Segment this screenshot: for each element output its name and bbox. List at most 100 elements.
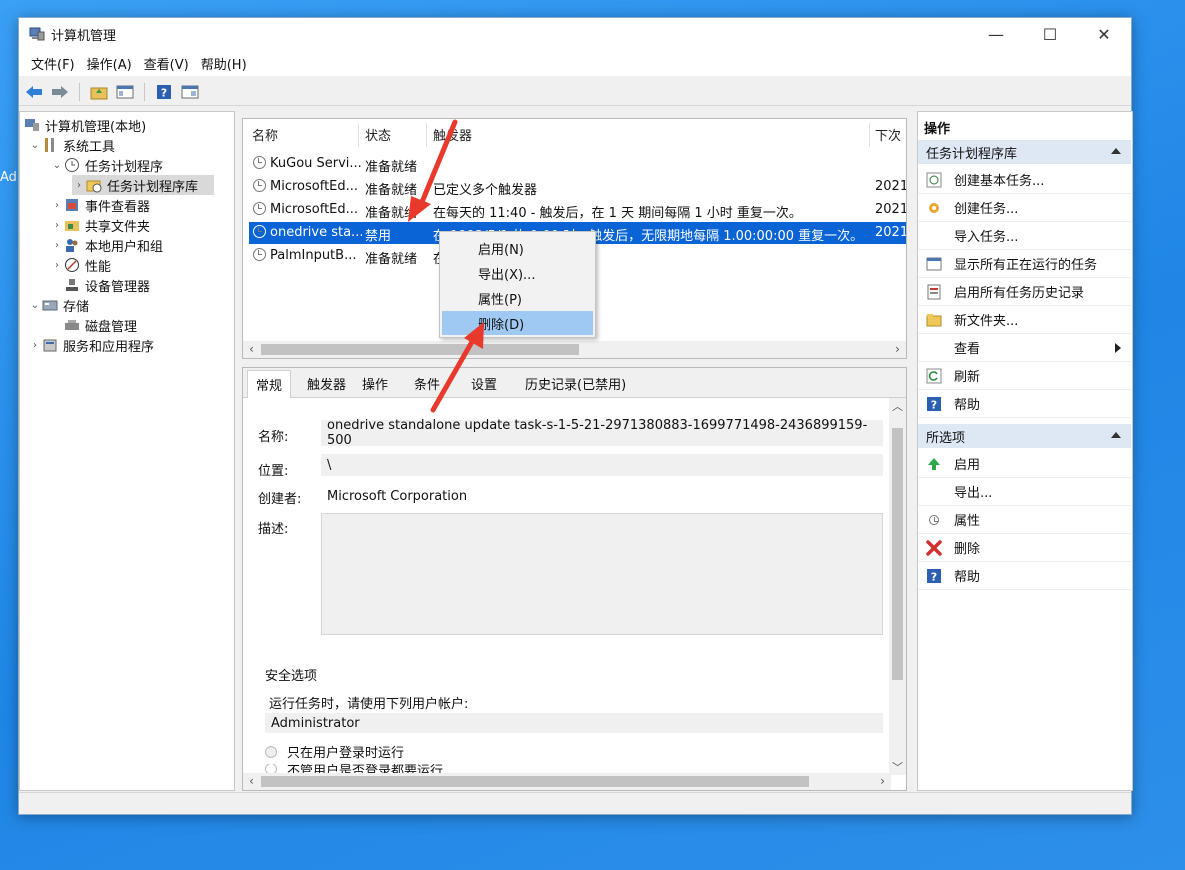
table-row[interactable]: MicrosoftEd... 准备就绪 在每天的 11:40 - 触发后，在 1… — [249, 199, 906, 221]
description-field[interactable] — [321, 513, 883, 635]
scroll-left-icon[interactable]: ‹ — [243, 341, 260, 358]
column-header-status[interactable]: 状态 — [365, 125, 391, 144]
scroll-up-icon[interactable]: ︿ — [889, 398, 906, 414]
performance-icon — [64, 257, 80, 273]
chevron-down-icon[interactable]: ⌄ — [28, 300, 42, 311]
scroll-left-icon[interactable]: ‹ — [243, 773, 260, 790]
tree-item-task-scheduler[interactable]: ⌄ 任务计划程序 — [50, 155, 163, 175]
context-export[interactable]: 导出(X)... — [442, 261, 593, 285]
minimize-button[interactable]: — — [969, 18, 1023, 50]
chevron-right-icon[interactable]: › — [50, 200, 64, 211]
tree-item-disk-management[interactable]: 磁盘管理 — [64, 315, 137, 335]
author-field[interactable]: Microsoft Corporation — [321, 483, 883, 509]
radio-button-icon[interactable] — [265, 745, 277, 758]
action-create-basic-task[interactable]: 创建基本任务... — [918, 166, 1131, 194]
tree-item-event-viewer[interactable]: › 事件查看器 — [50, 195, 150, 215]
name-field[interactable]: onedrive standalone update task-s-1-5-21… — [321, 418, 883, 448]
forward-icon[interactable] — [50, 82, 70, 102]
tree-item-task-scheduler-library[interactable]: › 任务计划程序库 — [72, 175, 214, 195]
radio-logged-on[interactable]: 只在用户登录时运行 — [265, 742, 404, 761]
tree-item-local-users[interactable]: › 本地用户和组 — [50, 235, 163, 255]
column-divider[interactable] — [426, 123, 427, 147]
chevron-right-icon[interactable]: › — [50, 260, 64, 271]
scrollbar-thumb[interactable] — [892, 428, 903, 680]
up-folder-icon[interactable] — [89, 82, 109, 102]
tab-conditions[interactable]: 条件 — [414, 374, 440, 393]
tree-item-services-apps[interactable]: › 服务和应用程序 — [28, 335, 154, 355]
action-help-selected[interactable]: ? 帮助 — [918, 562, 1131, 590]
menu-help[interactable]: 帮助(H) — [195, 54, 253, 73]
action-enable-all-history[interactable]: 启用所有任务历史记录 — [918, 278, 1131, 306]
action-export[interactable]: 导出... — [918, 478, 1131, 506]
vertical-scrollbar[interactable]: ︿ ﹀ — [889, 398, 906, 775]
chevron-down-icon[interactable]: ⌄ — [50, 160, 64, 171]
action-enable[interactable]: 启用 — [918, 450, 1131, 478]
scroll-right-icon[interactable]: › — [889, 341, 906, 358]
scroll-right-icon[interactable]: › — [874, 773, 891, 790]
scrollbar-thumb[interactable] — [261, 344, 579, 355]
action-import-task[interactable]: 导入任务... — [918, 222, 1131, 250]
toolbar-divider — [144, 82, 145, 101]
tree-item-performance[interactable]: › 性能 — [50, 255, 111, 275]
column-header-next-run[interactable]: 下次 — [875, 125, 901, 144]
horizontal-scrollbar[interactable]: ‹ › — [243, 773, 891, 790]
action-view[interactable]: 查看 — [918, 334, 1131, 362]
tab-general[interactable]: 常规 — [247, 370, 292, 398]
tree-label: 性能 — [85, 259, 112, 275]
column-divider[interactable] — [869, 123, 870, 147]
action-refresh[interactable]: 刷新 — [918, 362, 1131, 390]
menu-action[interactable]: 操作(A) — [81, 54, 138, 73]
column-divider[interactable] — [358, 123, 359, 147]
scroll-down-icon[interactable]: ﹀ — [889, 759, 906, 775]
section-title: 任务计划程序库 — [926, 146, 1018, 162]
chevron-up-icon[interactable] — [1111, 148, 1121, 154]
menu-bar: 文件(F) 操作(A) 查看(V) 帮助(H) — [19, 50, 1131, 76]
location-field[interactable]: \ — [321, 454, 883, 476]
action-properties[interactable]: 属性 — [918, 506, 1131, 534]
action-create-task[interactable]: 创建任务... — [918, 194, 1131, 222]
tree-item-device-manager[interactable]: 设备管理器 — [64, 275, 150, 295]
run-as-user-field[interactable]: Administrator — [265, 713, 883, 733]
scrollbar-thumb[interactable] — [261, 776, 809, 787]
maximize-button[interactable]: ☐ — [1023, 18, 1077, 50]
table-row[interactable]: KuGou Servi... 准备就绪 — [249, 153, 906, 175]
storage-icon — [42, 297, 58, 313]
chevron-up-icon[interactable] — [1111, 432, 1121, 438]
table-row[interactable]: MicrosoftEd... 准备就绪 已定义多个触发器 2021 — [249, 176, 906, 198]
tab-triggers[interactable]: 触发器 — [307, 374, 346, 393]
actions-section-selected-item[interactable]: 所选项 — [918, 424, 1131, 448]
actions-pane: 操作 任务计划程序库 创建基本任务... 创建任务... 导入任务... 显示所… — [917, 111, 1133, 791]
chevron-right-icon[interactable]: › — [50, 220, 64, 231]
action-help[interactable]: ? 帮助 — [918, 390, 1131, 418]
tree-item-shared-folders[interactable]: › 共享文件夹 — [50, 215, 150, 235]
action-new-folder[interactable]: 新文件夹... — [918, 306, 1131, 334]
horizontal-scrollbar[interactable]: ‹ › — [243, 341, 906, 358]
menu-file[interactable]: 文件(F) — [25, 54, 81, 73]
tab-actions[interactable]: 操作 — [362, 374, 388, 393]
menu-view[interactable]: 查看(V) — [138, 54, 195, 73]
actions-section-library[interactable]: 任务计划程序库 — [918, 140, 1131, 164]
help-icon: ? — [926, 568, 942, 584]
column-header-name[interactable]: 名称 — [252, 125, 278, 144]
help-icon[interactable]: ? — [154, 82, 174, 102]
back-icon[interactable] — [24, 82, 44, 102]
chevron-right-icon[interactable]: › — [72, 180, 86, 191]
tree-item-system-tools[interactable]: ⌄ 系统工具 — [28, 135, 115, 155]
context-enable[interactable]: 启用(N) — [442, 236, 593, 260]
tree-item-storage[interactable]: ⌄ 存储 — [28, 295, 89, 315]
action-show-running-tasks[interactable]: 显示所有正在运行的任务 — [918, 250, 1131, 278]
chevron-down-icon[interactable]: ⌄ — [28, 140, 42, 151]
tree-label: 计算机管理(本地) — [45, 119, 147, 135]
context-delete[interactable]: 删除(D) — [442, 311, 593, 335]
action-delete[interactable]: 删除 — [918, 534, 1131, 562]
tab-history[interactable]: 历史记录(已禁用) — [525, 374, 626, 393]
context-properties[interactable]: 属性(P) — [442, 286, 593, 310]
column-header-trigger[interactable]: 触发器 — [433, 125, 472, 144]
tree-item-computer-management[interactable]: 计算机管理(本地) — [24, 115, 146, 135]
chevron-right-icon[interactable]: › — [50, 240, 64, 251]
close-button[interactable]: ✕ — [1077, 18, 1131, 50]
show-action-pane-icon[interactable] — [180, 82, 200, 102]
chevron-right-icon[interactable]: › — [28, 340, 42, 351]
tab-settings[interactable]: 设置 — [471, 374, 497, 393]
console-tree-icon[interactable] — [115, 82, 135, 102]
